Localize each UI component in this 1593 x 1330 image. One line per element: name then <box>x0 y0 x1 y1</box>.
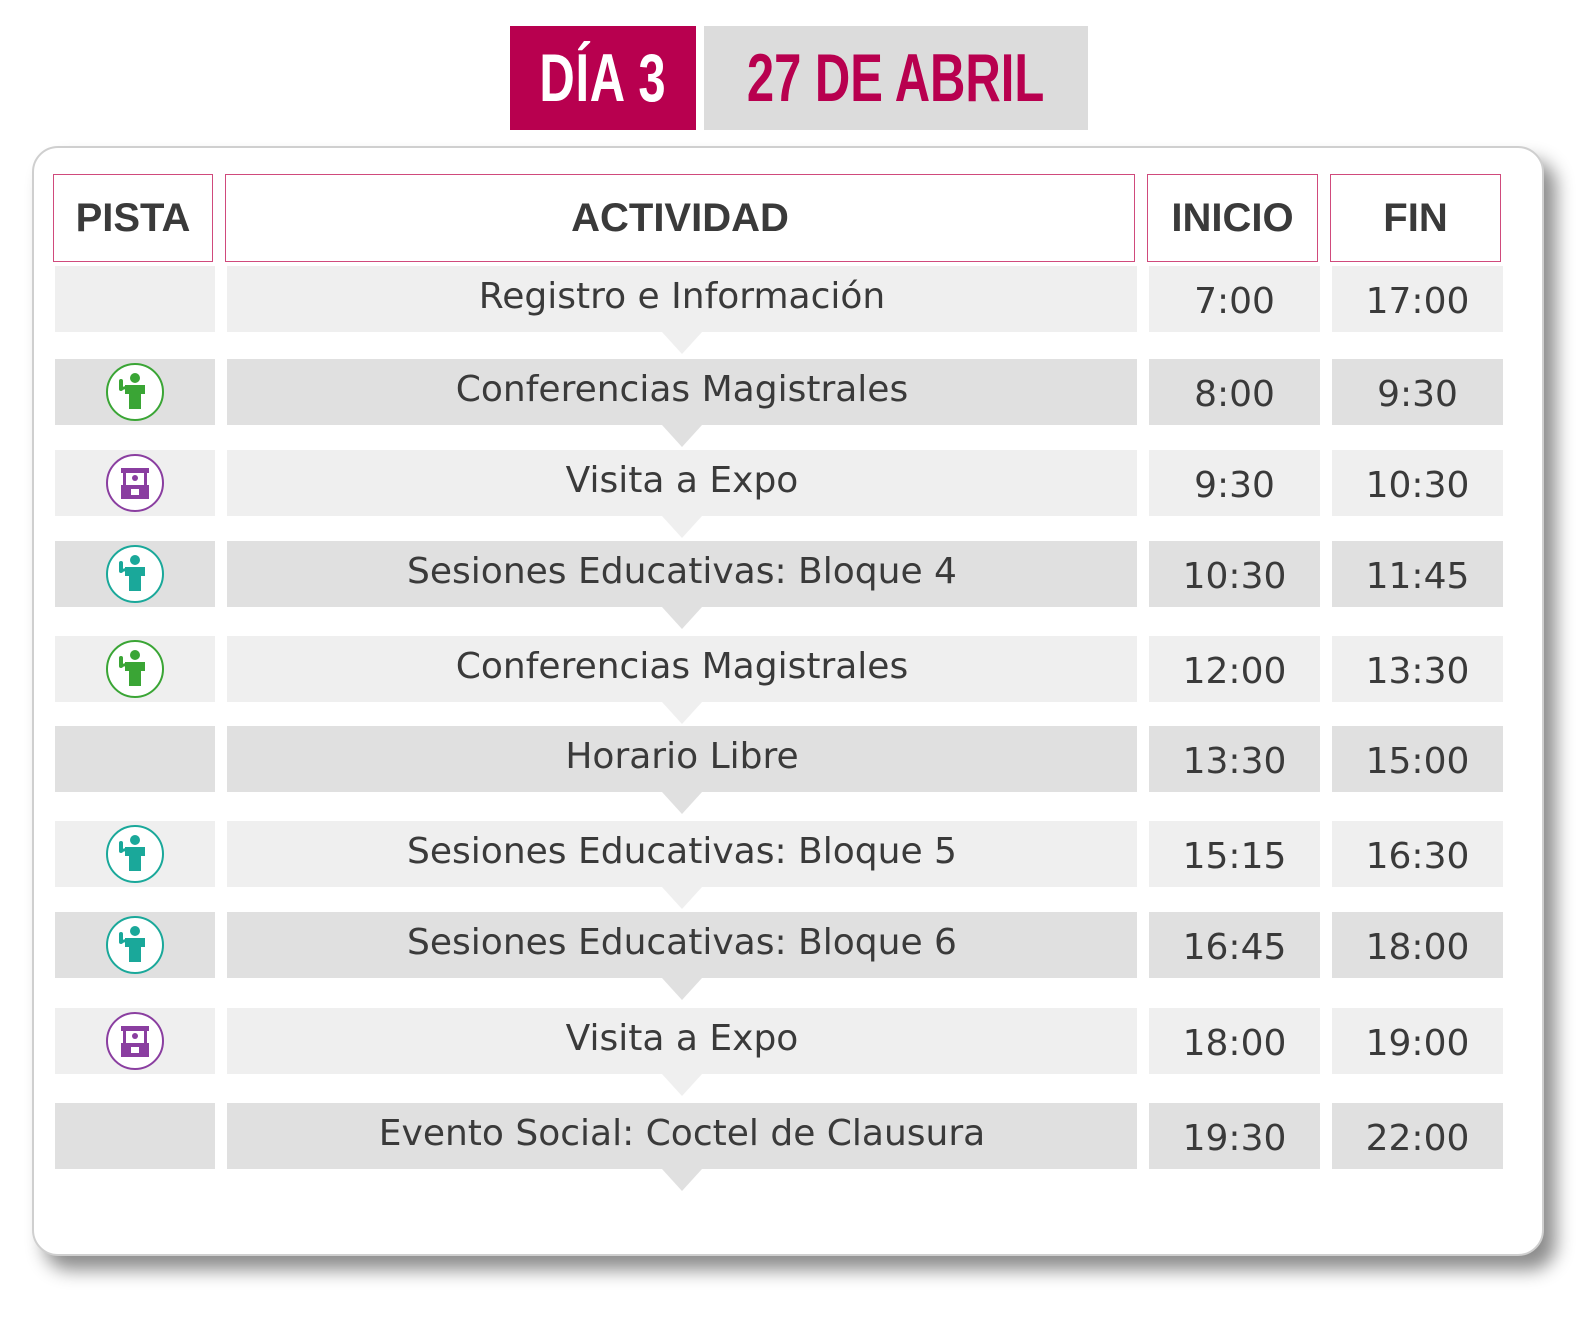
pista-cell <box>55 912 215 978</box>
day-label: DÍA 3 <box>510 26 696 130</box>
start-time-cell: 10:30 <box>1149 541 1320 607</box>
start-time-cell: 9:30 <box>1149 450 1320 516</box>
schedule-row: Sesiones Educativas: Bloque 6 16:45 18:00 <box>34 912 1538 1000</box>
speaker-green-icon <box>106 363 164 421</box>
speaker-teal-icon <box>106 916 164 974</box>
activity-cell: Conferencias Magistrales <box>227 359 1137 425</box>
end-time-cell: 19:00 <box>1332 1008 1503 1074</box>
activity-cell: Conferencias Magistrales <box>227 636 1137 702</box>
pista-cell <box>55 1008 215 1074</box>
column-header-pista: PISTA <box>53 174 213 262</box>
start-time-cell: 15:15 <box>1149 821 1320 887</box>
activity-cell: Sesiones Educativas: Bloque 5 <box>227 821 1137 887</box>
date-badge: 27 DE ABRIL <box>704 26 1088 130</box>
expo-booth-purple-icon <box>106 1012 164 1070</box>
pista-cell <box>55 726 215 792</box>
activity-cell: Sesiones Educativas: Bloque 6 <box>227 912 1137 978</box>
start-time-cell: 19:30 <box>1149 1103 1320 1169</box>
activity-cell: Visita a Expo <box>227 450 1137 516</box>
pista-cell <box>55 359 215 425</box>
day-header: DÍA 3 27 DE ABRIL <box>510 26 1088 130</box>
start-time-cell: 16:45 <box>1149 912 1320 978</box>
expo-booth-purple-icon <box>106 454 164 512</box>
pista-cell <box>55 541 215 607</box>
schedule-row: Visita a Expo 18:00 19:00 <box>34 1008 1538 1096</box>
speaker-green-icon <box>106 640 164 698</box>
row-pointer <box>662 792 702 814</box>
activity-cell: Evento Social: Coctel de Clausura <box>227 1103 1137 1169</box>
end-time-cell: 10:30 <box>1332 450 1503 516</box>
row-pointer <box>662 607 702 629</box>
pista-cell <box>55 266 215 332</box>
schedule-row: Horario Libre 13:30 15:00 <box>34 726 1538 814</box>
day-badge: DÍA 3 <box>510 26 696 130</box>
row-pointer <box>662 887 702 909</box>
column-header-actividad: ACTIVIDAD <box>225 174 1135 262</box>
start-time-cell: 8:00 <box>1149 359 1320 425</box>
end-time-cell: 18:00 <box>1332 912 1503 978</box>
pista-cell <box>55 1103 215 1169</box>
end-time-cell: 9:30 <box>1332 359 1503 425</box>
row-pointer <box>662 702 702 724</box>
start-time-cell: 7:00 <box>1149 266 1320 332</box>
pista-cell <box>55 450 215 516</box>
row-pointer <box>662 1169 702 1191</box>
column-header-fin: FIN <box>1330 174 1501 262</box>
row-pointer <box>662 425 702 447</box>
schedule-row: Sesiones Educativas: Bloque 5 15:15 16:30 <box>34 821 1538 909</box>
row-pointer <box>662 516 702 538</box>
end-time-cell: 22:00 <box>1332 1103 1503 1169</box>
end-time-cell: 17:00 <box>1332 266 1503 332</box>
pista-cell <box>55 636 215 702</box>
speaker-teal-icon <box>106 825 164 883</box>
end-time-cell: 15:00 <box>1332 726 1503 792</box>
row-pointer <box>662 332 702 354</box>
schedule-row: Visita a Expo 9:30 10:30 <box>34 450 1538 538</box>
row-pointer <box>662 1074 702 1096</box>
schedule-row: Evento Social: Coctel de Clausura 19:30 22… <box>34 1103 1538 1191</box>
row-pointer <box>662 978 702 1000</box>
end-time-cell: 11:45 <box>1332 541 1503 607</box>
schedule-row: Conferencias Magistrales 8:00 9:30 <box>34 359 1538 447</box>
speaker-teal-icon <box>106 545 164 603</box>
start-time-cell: 13:30 <box>1149 726 1320 792</box>
schedule-card: PISTA ACTIVIDAD INICIO FIN Registro e In… <box>32 146 1544 1256</box>
activity-cell: Visita a Expo <box>227 1008 1137 1074</box>
activity-cell: Sesiones Educativas: Bloque 4 <box>227 541 1137 607</box>
date-label: 27 DE ABRIL <box>747 40 1045 116</box>
end-time-cell: 13:30 <box>1332 636 1503 702</box>
activity-cell: Registro e Información <box>227 266 1137 332</box>
schedule-row: Registro e Información 7:00 17:00 <box>34 266 1538 354</box>
pista-cell <box>55 821 215 887</box>
start-time-cell: 12:00 <box>1149 636 1320 702</box>
schedule-row: Sesiones Educativas: Bloque 4 10:30 11:45 <box>34 541 1538 629</box>
activity-cell: Horario Libre <box>227 726 1137 792</box>
start-time-cell: 18:00 <box>1149 1008 1320 1074</box>
schedule-row: Conferencias Magistrales 12:00 13:30 <box>34 636 1538 724</box>
column-header-inicio: INICIO <box>1147 174 1318 262</box>
end-time-cell: 16:30 <box>1332 821 1503 887</box>
